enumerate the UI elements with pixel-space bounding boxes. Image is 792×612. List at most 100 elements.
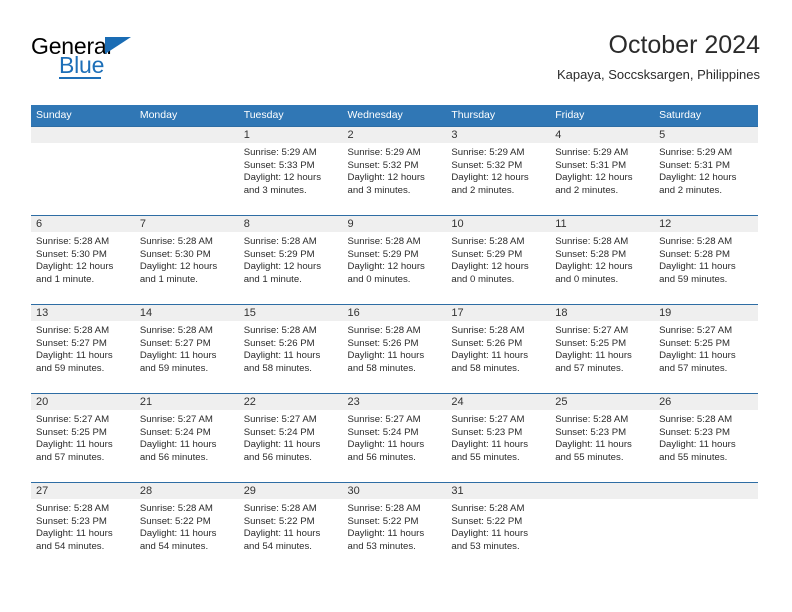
calendar-day-cell[interactable]: 13 Sunrise: 5:28 AM Sunset: 5:27 PM Dayligh… [31, 305, 135, 393]
day-info-line: Daylight: 11 hours [243, 528, 321, 540]
day-info-line: Daylight: 11 hours [347, 350, 425, 362]
calendar-week-row: 13 Sunrise: 5:28 AM Sunset: 5:27 PM Dayligh… [31, 304, 758, 394]
day-number: 8 [238, 216, 343, 232]
day-number: 2 [342, 127, 447, 143]
day-info-line: and 57 minutes. [659, 362, 728, 374]
calendar-day-cell[interactable]: 28 Sunrise: 5:28 AM Sunset: 5:22 PM Dayligh… [134, 483, 239, 571]
calendar-day-cell[interactable]: 15 Sunrise: 5:28 AM Sunset: 5:26 PM Dayligh… [238, 305, 343, 393]
calendar-day-cell[interactable]: 2 Sunrise: 5:29 AM Sunset: 5:32 PM Daylight… [342, 127, 447, 215]
day-info-line: and 53 minutes. [451, 540, 520, 552]
day-number: 17 [446, 305, 551, 321]
day-info-line: and 59 minutes. [139, 362, 209, 374]
calendar-day-cell[interactable]: 11 Sunrise: 5:28 AM Sunset: 5:28 PM Dayligh… [550, 216, 655, 304]
day-info-line: Daylight: 12 hours [139, 261, 218, 273]
day-info-line: Daylight: 11 hours [243, 350, 321, 362]
day-info-line: Sunset: 5:23 PM [659, 426, 730, 438]
day-sun-info: Sunrise: 5:28 AM Sunset: 5:23 PM Daylight:… [654, 410, 758, 464]
day-info-line: Daylight: 11 hours [139, 439, 217, 451]
calendar-day-cell[interactable]: 18 Sunrise: 5:27 AM Sunset: 5:25 PM Dayligh… [550, 305, 655, 393]
calendar-cell: 9 Sunrise: 5:28 AM Sunset: 5:29 PM Daylight… [342, 215, 447, 305]
calendar-day-cell[interactable]: 7 Sunrise: 5:28 AM Sunset: 5:30 PM Daylight… [134, 216, 239, 304]
calendar-day-cell[interactable]: 12 Sunrise: 5:28 AM Sunset: 5:28 PM Dayligh… [654, 216, 758, 304]
calendar-day-cell[interactable]: 20 Sunrise: 5:27 AM Sunset: 5:25 PM Dayligh… [31, 394, 135, 482]
calendar-day-cell[interactable]: 4 Sunrise: 5:29 AM Sunset: 5:31 PM Daylight… [550, 127, 655, 215]
day-info-line: Daylight: 11 hours [451, 528, 528, 540]
day-info-line: and 3 minutes. [347, 184, 411, 196]
day-number: 12 [654, 216, 758, 232]
day-number: 19 [654, 305, 758, 321]
day-info-line: Sunset: 5:26 PM [347, 337, 419, 349]
calendar-day-cell[interactable]: 5 Sunrise: 5:29 AM Sunset: 5:31 PM Daylight… [654, 127, 758, 215]
calendar-day-cell[interactable]: 10 Sunrise: 5:28 AM Sunset: 5:29 PM Dayligh… [446, 216, 551, 304]
day-info-line: Sunset: 5:26 PM [451, 337, 523, 349]
calendar-day-cell[interactable]: 22 Sunrise: 5:27 AM Sunset: 5:24 PM Dayligh… [238, 394, 343, 482]
day-info-line: Daylight: 11 hours [659, 350, 736, 362]
day-info-line: Sunrise: 5:28 AM [347, 236, 421, 247]
day-info-line: and 56 minutes. [347, 451, 416, 463]
day-sun-info: Sunrise: 5:27 AM Sunset: 5:24 PM Daylight:… [135, 410, 239, 464]
calendar-day-cell[interactable]: 27 Sunrise: 5:28 AM Sunset: 5:23 PM Dayligh… [31, 483, 135, 571]
day-number: 26 [654, 394, 758, 410]
calendar-cell: 26 Sunrise: 5:28 AM Sunset: 5:23 PM Dayligh… [654, 393, 758, 483]
day-number [134, 127, 239, 143]
day-info-line: Daylight: 12 hours [347, 261, 425, 273]
calendar-day-cell[interactable]: 8 Sunrise: 5:28 AM Sunset: 5:29 PM Daylight… [238, 216, 343, 304]
day-info-line: Sunrise: 5:28 AM [347, 325, 421, 336]
calendar-day-cell[interactable]: 14 Sunrise: 5:28 AM Sunset: 5:27 PM Dayligh… [134, 305, 239, 393]
calendar-table: Sunday Monday Tuesday Wednesday Thursday Frid… [31, 105, 758, 571]
day-info-line: Sunrise: 5:28 AM [555, 414, 629, 425]
day-info-line: and 54 minutes. [36, 540, 105, 552]
calendar-cell [654, 482, 758, 571]
day-number: 10 [446, 216, 551, 232]
day-info-line: Daylight: 12 hours [555, 172, 633, 184]
calendar-cell: 12 Sunrise: 5:28 AM Sunset: 5:28 PM Dayligh… [654, 215, 758, 305]
day-info-line: Sunrise: 5:28 AM [555, 236, 629, 247]
day-sun-info: Sunrise: 5:28 AM Sunset: 5:26 PM Daylight:… [239, 321, 343, 375]
calendar-cell: 16 Sunrise: 5:28 AM Sunset: 5:26 PM Dayligh… [342, 304, 447, 394]
day-info-line: Sunset: 5:24 PM [347, 426, 419, 438]
day-info-line: Sunset: 5:22 PM [451, 515, 523, 527]
calendar-cell: 30 Sunrise: 5:28 AM Sunset: 5:22 PM Dayligh… [342, 482, 447, 571]
calendar-day-cell-empty [31, 127, 135, 215]
calendar-cell [31, 126, 135, 216]
day-sun-info: Sunrise: 5:28 AM Sunset: 5:22 PM Daylight:… [446, 499, 550, 553]
day-info-line: Daylight: 11 hours [36, 528, 113, 540]
day-info-line: Sunset: 5:25 PM [36, 426, 107, 438]
day-number: 27 [31, 483, 135, 499]
calendar-day-cell[interactable]: 31 Sunrise: 5:28 AM Sunset: 5:22 PM Dayligh… [446, 483, 551, 571]
calendar-body: 1 Sunrise: 5:29 AM Sunset: 5:33 PM Daylight… [31, 126, 758, 571]
calendar-day-cell[interactable]: 25 Sunrise: 5:28 AM Sunset: 5:23 PM Dayligh… [550, 394, 655, 482]
calendar-day-cell[interactable]: 6 Sunrise: 5:28 AM Sunset: 5:30 PM Daylight… [31, 216, 135, 304]
calendar-day-cell[interactable]: 29 Sunrise: 5:28 AM Sunset: 5:22 PM Dayligh… [238, 483, 343, 571]
day-info-line: Sunset: 5:25 PM [555, 337, 627, 349]
calendar-day-cell[interactable]: 17 Sunrise: 5:28 AM Sunset: 5:26 PM Dayligh… [446, 305, 551, 393]
day-sun-info: Sunrise: 5:28 AM Sunset: 5:27 PM Daylight:… [135, 321, 239, 375]
day-info-line: Sunrise: 5:29 AM [243, 147, 317, 158]
day-info-line: Sunset: 5:30 PM [139, 248, 211, 260]
day-sun-info: Sunrise: 5:27 AM Sunset: 5:25 PM Daylight:… [654, 321, 758, 375]
day-number: 15 [238, 305, 343, 321]
day-number: 11 [550, 216, 655, 232]
calendar-day-cell[interactable]: 26 Sunrise: 5:28 AM Sunset: 5:23 PM Dayligh… [654, 394, 758, 482]
calendar-day-cell[interactable]: 24 Sunrise: 5:27 AM Sunset: 5:23 PM Dayligh… [446, 394, 551, 482]
calendar-page: General Blue October 2024 Kapaya, Soccsk… [0, 0, 792, 612]
day-info-line: and 0 minutes. [451, 273, 515, 285]
calendar-cell: 28 Sunrise: 5:28 AM Sunset: 5:22 PM Dayligh… [134, 482, 239, 571]
day-info-line: Sunset: 5:27 PM [139, 337, 211, 349]
calendar-day-cell[interactable]: 1 Sunrise: 5:29 AM Sunset: 5:33 PM Daylight… [238, 127, 343, 215]
calendar-day-cell[interactable]: 16 Sunrise: 5:28 AM Sunset: 5:26 PM Dayligh… [342, 305, 447, 393]
calendar-cell: 19 Sunrise: 5:27 AM Sunset: 5:25 PM Dayligh… [654, 304, 758, 394]
calendar-day-cell[interactable]: 23 Sunrise: 5:27 AM Sunset: 5:24 PM Dayligh… [342, 394, 447, 482]
calendar-day-cell[interactable]: 19 Sunrise: 5:27 AM Sunset: 5:25 PM Dayligh… [654, 305, 758, 393]
day-sun-info: Sunrise: 5:28 AM Sunset: 5:30 PM Daylight:… [31, 232, 135, 286]
day-info-line: and 0 minutes. [555, 273, 619, 285]
calendar-day-cell[interactable]: 30 Sunrise: 5:28 AM Sunset: 5:22 PM Dayligh… [342, 483, 447, 571]
day-info-line: Sunrise: 5:28 AM [36, 503, 110, 514]
day-info-line: and 55 minutes. [555, 451, 624, 463]
day-info-line: Sunrise: 5:27 AM [139, 414, 213, 425]
calendar-day-cell[interactable]: 21 Sunrise: 5:27 AM Sunset: 5:24 PM Dayligh… [134, 394, 239, 482]
calendar-cell: 1 Sunrise: 5:29 AM Sunset: 5:33 PM Daylight… [238, 126, 343, 216]
calendar-cell: 13 Sunrise: 5:28 AM Sunset: 5:27 PM Dayligh… [31, 304, 135, 394]
calendar-day-cell[interactable]: 9 Sunrise: 5:28 AM Sunset: 5:29 PM Daylight… [342, 216, 447, 304]
calendar-day-cell[interactable]: 3 Sunrise: 5:29 AM Sunset: 5:32 PM Daylight… [446, 127, 551, 215]
